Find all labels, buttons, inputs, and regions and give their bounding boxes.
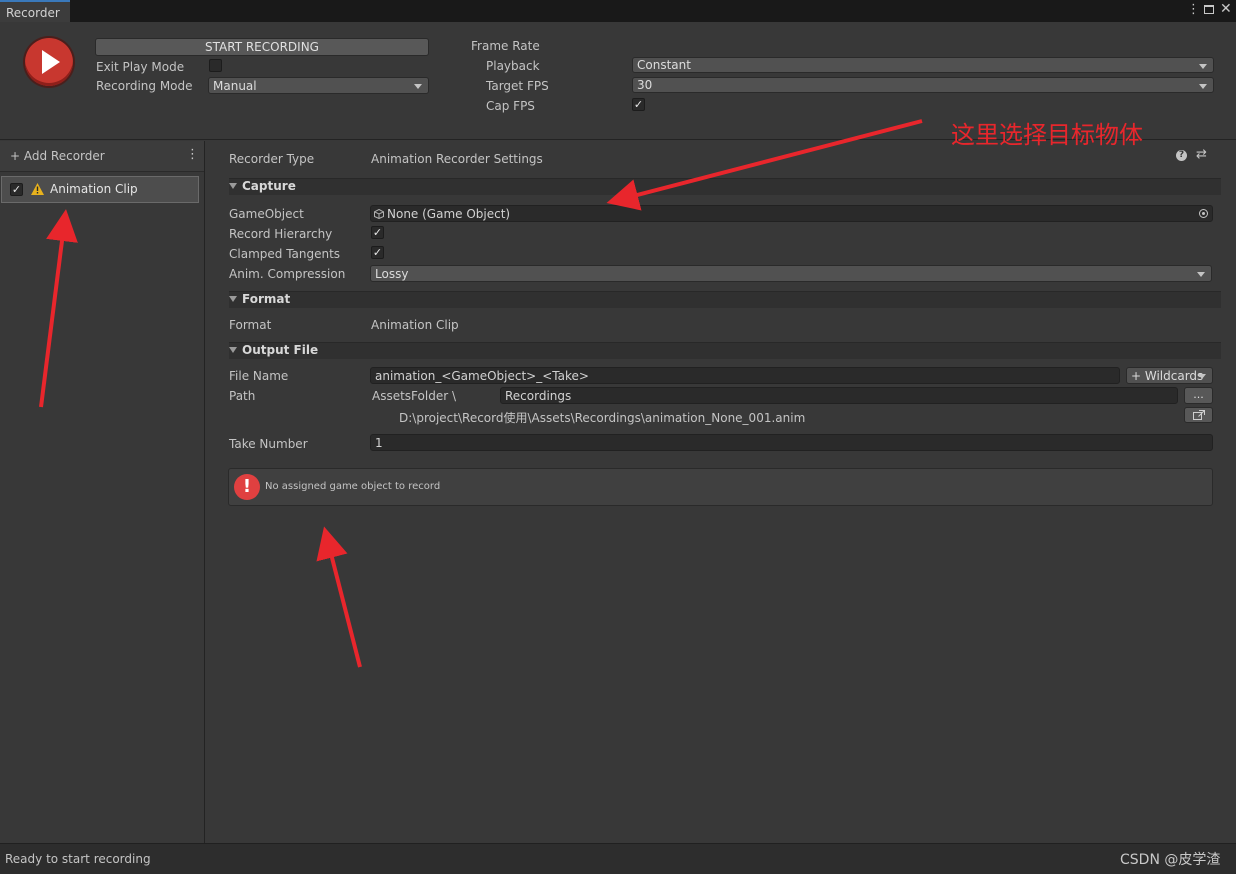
foldout-arrow-icon (229, 183, 237, 189)
clamped-tangents-label: Clamped Tangents (229, 247, 341, 261)
gameobject-field[interactable]: None (Game Object) (370, 205, 1213, 222)
browse-button[interactable]: ... (1184, 387, 1213, 404)
status-bar: Ready to start recording CSDN @皮学渣 (0, 843, 1236, 874)
frame-rate-label: Frame Rate (471, 39, 540, 53)
wildcards-label: + Wildcards (1131, 369, 1204, 383)
take-number-input[interactable]: 1 (370, 434, 1213, 451)
object-picker-icon[interactable] (1199, 209, 1208, 218)
recording-mode-label: Recording Mode (96, 79, 193, 93)
gameobject-value: None (Game Object) (387, 207, 511, 221)
file-name-label: File Name (229, 369, 289, 383)
chevron-down-icon (1199, 84, 1207, 89)
watermark-text: CSDN @皮学渣 (1120, 852, 1221, 868)
playback-value: Constant (637, 58, 691, 72)
help-icon[interactable]: ? (1176, 150, 1187, 161)
chevron-down-icon (1197, 272, 1205, 277)
target-fps-label: Target FPS (486, 79, 549, 93)
recorder-settings-panel: Recorder Type Animation Recorder Setting… (205, 141, 1236, 843)
capture-section-title: Capture (242, 179, 296, 193)
record-hierarchy-checkbox[interactable]: ✓ (371, 226, 384, 239)
open-external-icon (1192, 410, 1205, 420)
anim-compression-label: Anim. Compression (229, 267, 346, 281)
output-file-section-title: Output File (242, 343, 319, 357)
close-icon[interactable]: ✕ (1220, 1, 1232, 17)
record-hierarchy-label: Record Hierarchy (229, 227, 333, 241)
wildcards-dropdown[interactable]: + Wildcards (1126, 367, 1213, 384)
start-recording-button[interactable]: START RECORDING (95, 38, 429, 56)
recorder-list-panel: + Add Recorder ⋮ ✓ Animation Clip (0, 141, 205, 843)
maximize-icon[interactable] (1204, 5, 1214, 14)
play-icon (42, 50, 60, 74)
capture-section-header[interactable]: Capture (229, 178, 1221, 195)
recorder-type-label: Recorder Type (229, 152, 315, 166)
target-fps-dropdown[interactable]: 30 (632, 77, 1214, 93)
open-folder-button[interactable] (1184, 407, 1213, 423)
record-button[interactable] (25, 38, 73, 86)
recorder-enabled-checkbox[interactable]: ✓ (10, 183, 23, 196)
chevron-down-icon (414, 84, 422, 89)
path-label: Path (229, 389, 256, 403)
add-recorder-bar: + Add Recorder ⋮ (0, 141, 204, 172)
format-section-header[interactable]: Format (229, 291, 1221, 308)
cap-fps-label: Cap FPS (486, 99, 535, 113)
list-item[interactable]: ✓ Animation Clip (1, 176, 199, 203)
file-name-input[interactable]: animation_<GameObject>_<Take> (370, 367, 1120, 384)
format-section-title: Format (242, 292, 291, 306)
format-label: Format (229, 318, 272, 332)
recorder-type-value: Animation Recorder Settings (371, 152, 543, 166)
format-value: Animation Clip (371, 318, 459, 332)
playback-dropdown[interactable]: Constant (632, 57, 1214, 73)
foldout-arrow-icon (229, 347, 237, 353)
anim-compression-value: Lossy (375, 267, 409, 281)
gameobject-label: GameObject (229, 207, 304, 221)
full-output-path: D:\project\Record使用\Assets\Recordings\an… (399, 411, 806, 425)
take-number-label: Take Number (229, 437, 308, 451)
add-recorder-button[interactable]: + Add Recorder (10, 149, 105, 163)
path-root-dropdown[interactable]: AssetsFolder \ (372, 389, 456, 403)
foldout-arrow-icon (229, 296, 237, 302)
exit-play-mode-checkbox[interactable] (209, 59, 222, 72)
output-file-section-header[interactable]: Output File (229, 342, 1221, 359)
playback-label: Playback (486, 59, 540, 73)
status-text: Ready to start recording (5, 852, 151, 866)
chevron-down-icon (1198, 374, 1206, 379)
tab-bar: Recorder ⋮ ✕ (0, 0, 1236, 23)
exit-play-mode-label: Exit Play Mode (96, 60, 185, 74)
cube-icon (374, 209, 384, 219)
warning-icon (31, 183, 44, 195)
clamped-tangents-checkbox[interactable]: ✓ (371, 246, 384, 259)
path-input[interactable]: Recordings (500, 387, 1178, 404)
recording-mode-dropdown[interactable]: Manual (208, 77, 429, 94)
warning-message: No assigned game object to record (265, 481, 441, 492)
chevron-down-icon (1199, 64, 1207, 69)
cap-fps-checkbox[interactable]: ✓ (632, 98, 645, 111)
tab-recorder[interactable]: Recorder (0, 0, 70, 22)
preset-settings-icon[interactable]: ⇄ (1196, 147, 1207, 162)
kebab-menu-icon[interactable]: ⋮ (186, 147, 199, 162)
warning-help-box: ! No assigned game object to record (228, 468, 1213, 506)
recorder-item-label: Animation Clip (50, 182, 138, 196)
anim-compression-dropdown[interactable]: Lossy (370, 265, 1212, 282)
kebab-menu-icon[interactable]: ⋮ (1187, 2, 1200, 17)
recording-mode-value: Manual (213, 79, 257, 93)
annotation-text: 这里选择目标物体 (951, 121, 1143, 149)
error-icon: ! (234, 474, 260, 500)
target-fps-value: 30 (637, 78, 653, 92)
